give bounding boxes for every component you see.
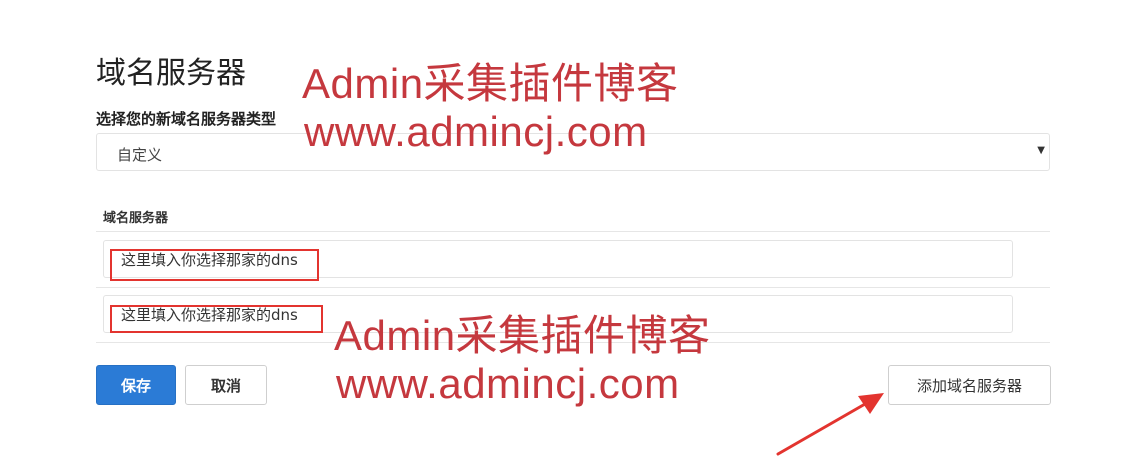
- nameserver-type-label: 选择您的新域名服务器类型: [96, 110, 277, 128]
- watermark-text: Admin采集插件博客: [334, 312, 711, 359]
- caret-down-icon: ▼: [1037, 145, 1045, 156]
- nameservers-header-label: 域名服务器: [103, 211, 169, 226]
- watermark-url: www.admincj.com: [304, 108, 648, 155]
- nameserver-type-selected-value: 自定义: [117, 146, 163, 164]
- page-title: 域名服务器: [96, 56, 246, 91]
- watermark-url: www.admincj.com: [336, 360, 680, 407]
- nameservers-section-header: 域名服务器: [96, 198, 1050, 232]
- nameserver-row: [96, 233, 1050, 288]
- nameserver-input-1[interactable]: [103, 240, 1013, 278]
- pointer-arrow-icon: [776, 393, 884, 456]
- add-nameserver-button[interactable]: 添加域名服务器: [888, 365, 1051, 405]
- cancel-button[interactable]: 取消: [185, 365, 267, 405]
- save-button[interactable]: 保存: [96, 365, 176, 405]
- watermark-text: Admin采集插件博客: [302, 60, 679, 107]
